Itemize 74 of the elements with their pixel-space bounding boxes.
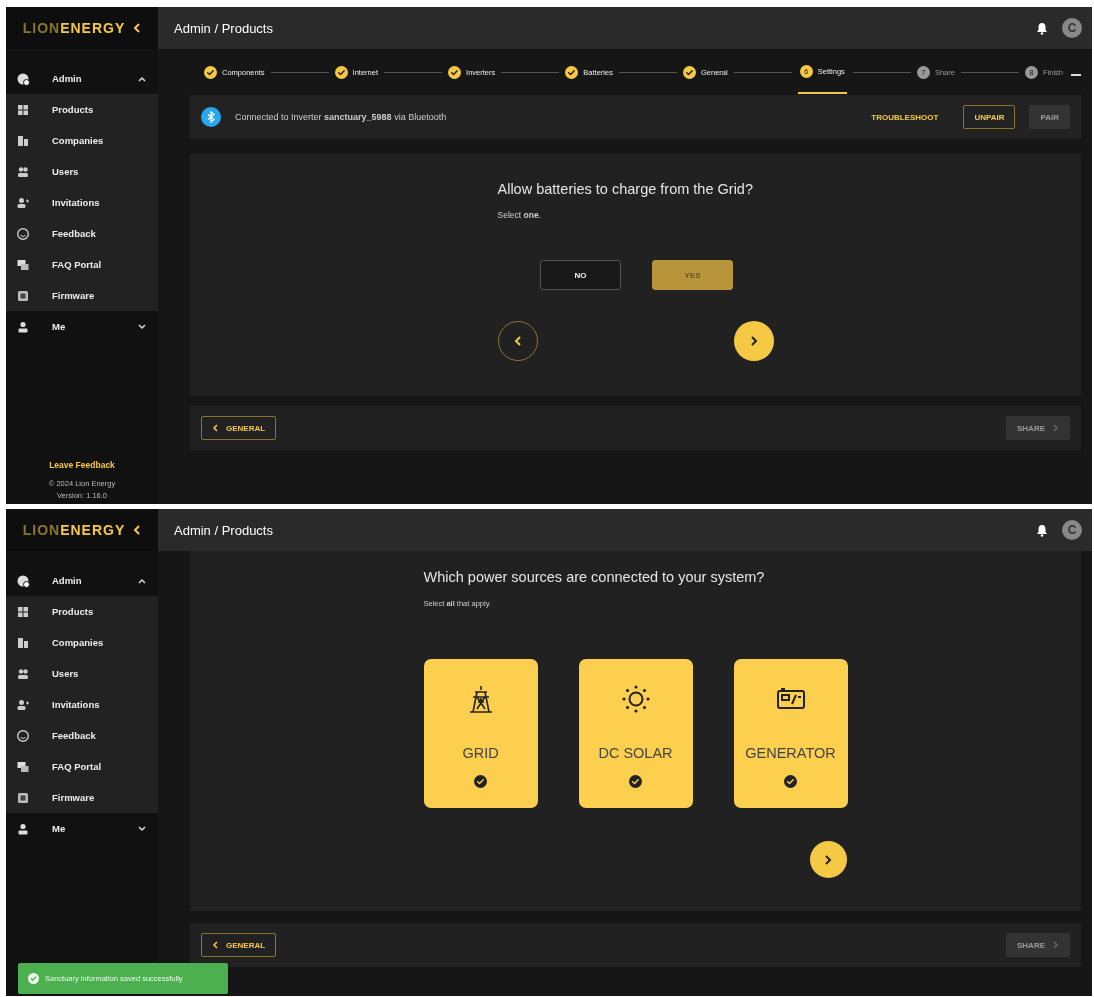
check-icon xyxy=(474,775,487,788)
users-icon xyxy=(16,666,30,681)
chevron-right-icon xyxy=(822,852,834,867)
smiley-icon xyxy=(16,728,30,743)
collapse-button[interactable] xyxy=(133,23,142,33)
globe-icon xyxy=(16,573,30,588)
person-icon xyxy=(16,319,30,334)
sidebar-item[interactable]: Companies xyxy=(6,627,158,658)
bell-icon[interactable] xyxy=(1036,21,1048,35)
users-icon xyxy=(16,164,30,179)
grid-icon xyxy=(16,604,30,619)
smiley-icon xyxy=(16,226,30,241)
avatar[interactable]: C xyxy=(1062,18,1082,38)
chip-icon xyxy=(16,790,30,805)
sidebar-item[interactable]: FAQ Portal xyxy=(6,249,158,280)
action-button[interactable]: UNPAIR xyxy=(963,105,1016,129)
sidebar-item[interactable]: Firmware xyxy=(6,280,158,311)
check-icon xyxy=(629,775,642,788)
chevron-left-icon xyxy=(512,335,523,347)
bell-icon[interactable] xyxy=(1036,523,1048,537)
sidebar-item[interactable]: Me xyxy=(6,813,158,844)
sidebar-item[interactable]: Firmware xyxy=(6,782,158,813)
chat-icon xyxy=(16,759,30,774)
next-button[interactable] xyxy=(733,321,774,361)
source-tile[interactable]: GENERATOR xyxy=(733,659,848,808)
source-tile[interactable]: GRID xyxy=(423,659,538,808)
building-icon xyxy=(16,635,30,650)
sidebar-item[interactable]: Invitations xyxy=(6,187,158,218)
check-icon xyxy=(28,973,39,984)
chevron-left-icon xyxy=(133,23,142,33)
chevron-right-icon xyxy=(1053,424,1059,432)
connection-status: Connected to Inverter sanctuary_5988 via Bluetooth xyxy=(235,112,448,122)
sidebar-item[interactable]: Companies xyxy=(6,125,158,156)
sidebar-item[interactable]: Admin xyxy=(6,63,158,94)
grid-icon xyxy=(16,102,30,117)
chevron-left-icon xyxy=(212,424,218,432)
avatar[interactable]: C xyxy=(1062,520,1082,540)
sidebar-item[interactable]: Products xyxy=(6,596,158,627)
sidebar-item[interactable]: Users xyxy=(6,156,158,187)
globe-icon xyxy=(16,71,30,86)
logo: LIONENERGY xyxy=(22,522,126,538)
sidebar-item[interactable]: Products xyxy=(6,94,158,125)
previous-step-button[interactable]: GENERAL xyxy=(201,933,277,957)
question-title: Which power sources are connected to your system? xyxy=(423,569,766,585)
previous-step-button[interactable]: GENERAL xyxy=(201,416,277,440)
breadcrumb: Admin / Products xyxy=(174,20,274,36)
chevron-right-icon xyxy=(1053,941,1059,949)
sidebar-item[interactable]: Admin xyxy=(6,565,158,596)
logo: LIONENERGY xyxy=(22,20,126,36)
sidebar-item[interactable]: Me xyxy=(6,311,158,342)
sidebar-item[interactable]: Feedback xyxy=(6,720,158,751)
source-tile[interactable]: DC SOLAR xyxy=(578,659,693,808)
sidebar-item[interactable]: Users xyxy=(6,658,158,689)
leave-feedback-link[interactable]: Leave Feedback xyxy=(49,460,115,470)
person-icon xyxy=(16,821,30,836)
question-hint: Select one. xyxy=(497,210,542,220)
building-icon xyxy=(16,133,30,148)
bluetooth-icon xyxy=(201,107,221,127)
sidebar-item[interactable]: Invitations xyxy=(6,689,158,720)
check-icon xyxy=(784,775,797,788)
chat-icon xyxy=(16,257,30,272)
chip-icon xyxy=(16,288,30,303)
add-user-icon xyxy=(16,195,30,210)
collapse-button[interactable] xyxy=(133,525,142,535)
question-title: Allow batteries to charge from the Grid? xyxy=(497,181,754,197)
chevron-left-icon xyxy=(133,525,142,535)
sidebar-item[interactable]: Feedback xyxy=(6,218,158,249)
breadcrumb: Admin / Products xyxy=(174,522,274,538)
sidebar-item[interactable]: FAQ Portal xyxy=(6,751,158,782)
choice-button[interactable]: NO xyxy=(540,260,621,290)
action-button[interactable]: TROUBLESHOOT xyxy=(860,105,950,129)
add-user-icon xyxy=(16,697,30,712)
next-button[interactable] xyxy=(809,841,847,878)
chevron-left-icon xyxy=(212,941,218,949)
